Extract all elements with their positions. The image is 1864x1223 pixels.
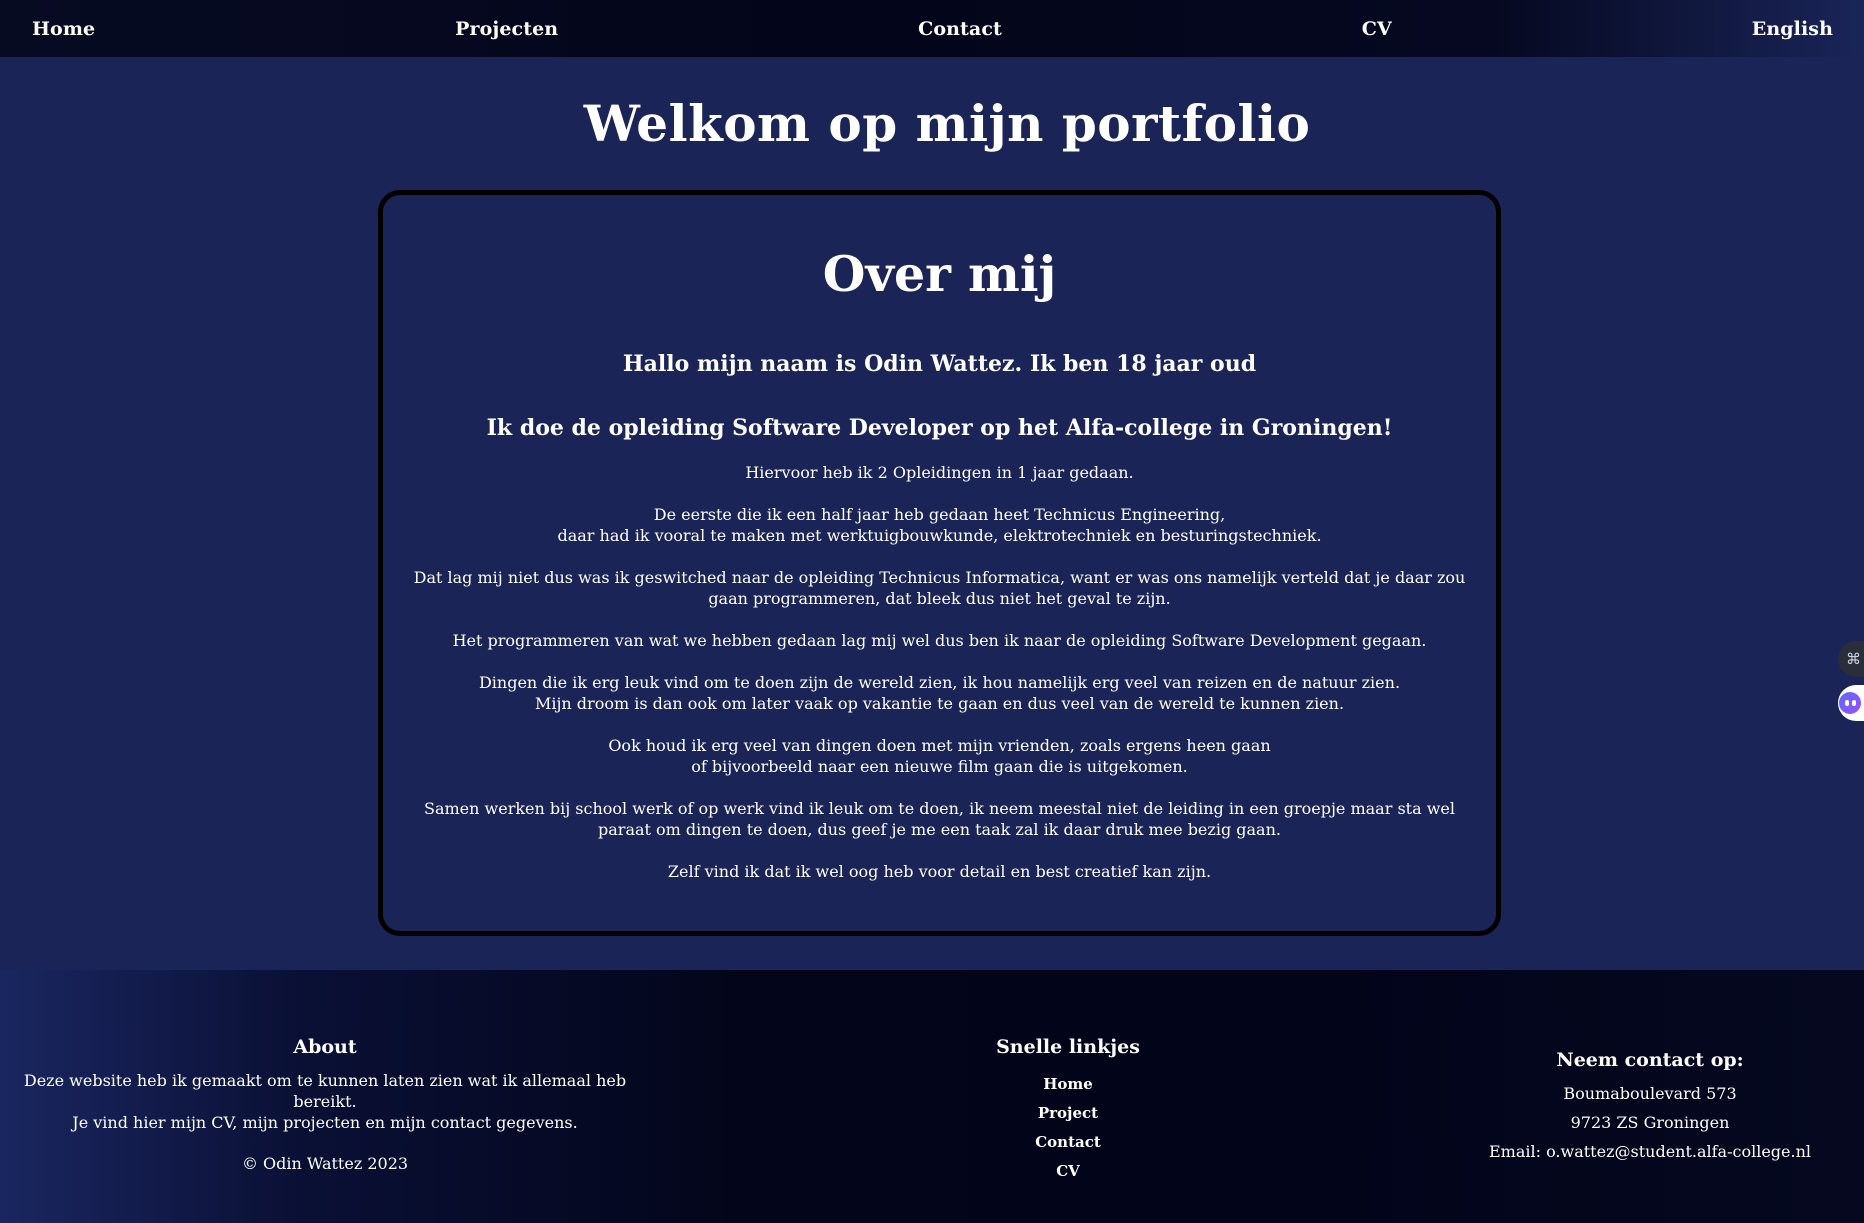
side-grid-widget[interactable]: ⌘ (1838, 641, 1864, 677)
paragraph-line: Ook houd ik erg veel van dingen doen met… (608, 736, 1271, 755)
paragraph-line: Mijn droom is dan ook om later vaak op v… (534, 694, 1345, 713)
paragraph-line: De eerste die ik een half jaar heb gedaa… (653, 505, 1226, 524)
about-paragraph: Hiervoor heb ik 2 Opleidingen in 1 jaar … (745, 463, 1134, 482)
about-education-heading: Ik doe de opleiding Software Developer o… (486, 415, 1393, 441)
about-paragraphs: Hiervoor heb ik 2 Opleidingen in 1 jaar … (413, 462, 1466, 903)
footer-about-heading: About (293, 1036, 357, 1058)
footer-about-line: Je vind hier mijn CV, mijn projecten en … (72, 1113, 578, 1132)
footer-contact-heading: Neem contact op: (1556, 1049, 1744, 1071)
footer-link-contact[interactable]: Contact (968, 1128, 1168, 1157)
about-paragraph: Zelf vind ik dat ik wel oog heb voor det… (667, 862, 1212, 881)
nav-contact-link[interactable]: Contact (918, 18, 1002, 40)
footer-quick-links: Snelle linkjes Home Project Contact CV (968, 1036, 1168, 1186)
about-title: Over mij (822, 245, 1057, 303)
about-intro-heading: Hallo mijn naam is Odin Wattez. Ik ben 1… (622, 351, 1257, 377)
footer-about-text: Deze website heb ik gemaakt om te kunnen… (0, 1070, 650, 1133)
footer-link-project[interactable]: Project (968, 1099, 1168, 1128)
about-paragraph: Dat lag mij niet dus was ik geswitched n… (413, 568, 1466, 608)
paragraph-line: Dingen die ik erg leuk vind om te doen z… (478, 673, 1401, 692)
footer-link-cv[interactable]: CV (968, 1157, 1168, 1186)
footer-link-home[interactable]: Home (968, 1070, 1168, 1099)
footer-copyright: © Odin Wattez 2023 (241, 1154, 409, 1173)
footer-contact-city: 9723 ZS Groningen (1570, 1113, 1730, 1132)
nav-language-link[interactable]: English (1752, 18, 1833, 40)
footer-contact-street: Boumaboulevard 573 (1563, 1084, 1737, 1103)
main-content: Welkom op mijn portfolio Over mij Hallo … (0, 57, 1864, 970)
footer: About Deze website heb ik gemaakt om te … (0, 970, 1864, 1223)
grid-icon: ⌘ (1846, 650, 1861, 668)
footer-contact: Neem contact op: Boumaboulevard 573 9723… (1470, 1049, 1830, 1166)
side-assistant-widget[interactable] (1838, 685, 1864, 721)
nav-cv-link[interactable]: CV (1362, 18, 1392, 40)
footer-links-heading: Snelle linkjes (996, 1036, 1140, 1058)
about-card: Over mij Hallo mijn naam is Odin Wattez.… (378, 190, 1501, 936)
footer-about: About Deze website heb ik gemaakt om te … (0, 1036, 650, 1173)
about-paragraph: Samen werken bij school werk of op werk … (424, 799, 1455, 839)
paragraph-line: daar had ik vooral te maken met werktuig… (557, 526, 1322, 545)
top-nav: Home Projecten Contact CV English (0, 0, 1864, 57)
footer-about-line: Deze website heb ik gemaakt om te kunnen… (23, 1071, 627, 1111)
assistant-bot-icon (1839, 692, 1861, 714)
footer-contact-email: Email: o.wattez@student.alfa-college.nl (1488, 1142, 1812, 1161)
about-paragraph: Het programmeren van wat we hebben gedaa… (452, 631, 1427, 650)
page-title: Welkom op mijn portfolio (583, 94, 1311, 153)
nav-home-link[interactable]: Home (32, 18, 95, 40)
about-paragraph: Ook houd ik erg veel van dingen doen met… (413, 735, 1466, 777)
paragraph-line: of bijvoorbeeld naar een nieuwe film gaa… (691, 757, 1188, 776)
about-paragraph: Dingen die ik erg leuk vind om te doen z… (413, 672, 1466, 714)
about-paragraph: De eerste die ik een half jaar heb gedaa… (413, 504, 1466, 546)
nav-projects-link[interactable]: Projecten (455, 18, 558, 40)
